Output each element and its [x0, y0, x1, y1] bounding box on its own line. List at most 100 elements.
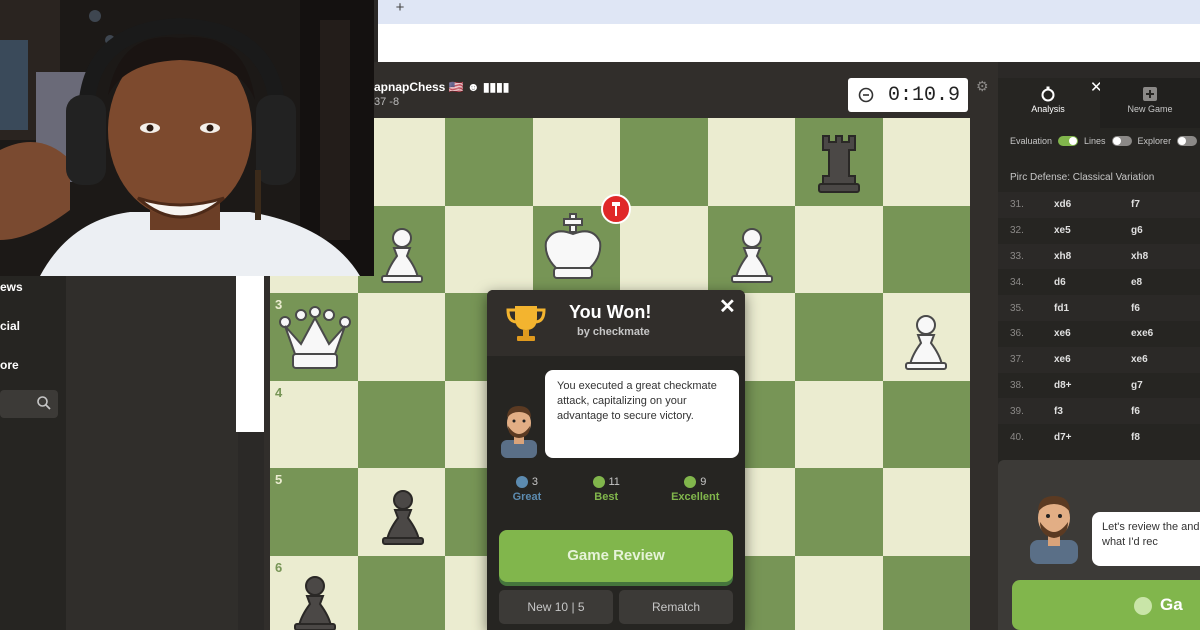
move-number: 34.: [1010, 276, 1024, 288]
black-pawn-icon[interactable]: [285, 570, 345, 630]
board-square[interactable]: [882, 468, 970, 556]
left-sidebar: ews cial ore: [0, 276, 66, 630]
move-number: 35.: [1010, 302, 1024, 314]
game-over-modal: You Won! by checkmate ✕ You executed a g…: [487, 290, 745, 630]
black-move[interactable]: xe6: [1113, 354, 1148, 365]
white-move[interactable]: xh8: [1028, 251, 1113, 262]
sidebar-item-news[interactable]: ews: [0, 280, 23, 294]
black-move[interactable]: g6: [1113, 225, 1143, 236]
move-row[interactable]: 35. fd1 f6: [998, 295, 1200, 321]
move-row[interactable]: 40. d7+ f8: [998, 424, 1200, 450]
move-row[interactable]: 37. xe6 xe6: [998, 346, 1200, 373]
board-square[interactable]: [270, 468, 358, 556]
black-pawn-icon[interactable]: [373, 484, 433, 553]
move-row[interactable]: 32. xe5 g6: [998, 218, 1200, 244]
board-square[interactable]: [707, 118, 795, 206]
board-square[interactable]: [795, 380, 883, 468]
clock-time: 0:10.9: [887, 83, 960, 107]
board-square[interactable]: [795, 205, 883, 293]
excellent-icon: [684, 476, 697, 488]
board-square[interactable]: [795, 555, 883, 630]
black-move[interactable]: e8: [1113, 277, 1142, 288]
gear-icon[interactable]: ⚙: [976, 78, 989, 95]
black-move[interactable]: f6: [1113, 303, 1140, 314]
black-move[interactable]: g7: [1113, 380, 1143, 391]
great-icon: [515, 476, 528, 488]
move-row[interactable]: 39. f3 f6: [998, 398, 1200, 425]
great-label: Great: [512, 491, 542, 503]
board-square[interactable]: [357, 293, 445, 381]
board-square[interactable]: [445, 118, 533, 206]
move-number: 38.: [1010, 379, 1024, 391]
white-move[interactable]: xe5: [1028, 225, 1113, 236]
board-square[interactable]: [620, 118, 708, 206]
new-game-button[interactable]: New 10 | 5: [499, 590, 613, 624]
white-move[interactable]: xd6: [1028, 199, 1113, 210]
black-move[interactable]: xh8: [1113, 251, 1148, 262]
board-square[interactable]: [357, 380, 445, 468]
board-square[interactable]: [795, 293, 883, 381]
search-box[interactable]: [0, 390, 58, 418]
move-row[interactable]: 38. d8+ g7: [998, 373, 1200, 399]
modal-subtitle: by checkmate: [577, 326, 650, 338]
board-square[interactable]: [882, 380, 970, 468]
board-square[interactable]: [532, 118, 620, 206]
white-move[interactable]: d7+: [1028, 432, 1113, 443]
board-square[interactable]: [445, 205, 533, 293]
black-move[interactable]: f6: [1113, 406, 1140, 417]
modal-header: You Won! by checkmate ✕: [487, 290, 745, 356]
tab-new-game[interactable]: New Game: [1100, 78, 1200, 128]
opponent-badges-icon: ☻ ▮▮▮▮: [466, 80, 510, 94]
white-move[interactable]: xe6: [1028, 328, 1113, 339]
white-move[interactable]: f3: [1028, 406, 1113, 417]
rank-label: 5: [275, 472, 283, 487]
board-square[interactable]: [882, 118, 970, 206]
white-move[interactable]: d8+: [1028, 380, 1113, 391]
move-row[interactable]: 34. d6 e8: [998, 269, 1200, 295]
page: + ews cial ore 3 4 5 6 apnapChess 🇺🇸 ☻ ▮▮▮▮…: [0, 0, 1200, 630]
search-icon[interactable]: [36, 395, 52, 411]
rank-label: 4: [275, 384, 283, 400]
move-list: 31. xd6 f7 32. xe5 g6 33. xh8 xh8 34. d6 e8 35. fd1 f6…: [998, 192, 1200, 450]
move-number: 31.: [1010, 199, 1024, 211]
browser-tabstrip: [378, 0, 1200, 24]
white-king-icon[interactable]: [538, 212, 608, 291]
explorer-label: Explorer: [1137, 136, 1172, 146]
white-move[interactable]: xe6: [1028, 354, 1113, 365]
white-queen-icon[interactable]: [277, 306, 353, 381]
white-move[interactable]: fd1: [1028, 303, 1113, 314]
tab-analysis[interactable]: Analysis: [998, 78, 1098, 128]
left-content-panel: [66, 276, 238, 630]
explorer-toggle[interactable]: [1177, 136, 1198, 146]
board-square[interactable]: [882, 555, 970, 630]
close-modal-icon[interactable]: ✕: [719, 294, 736, 319]
white-pawn-icon[interactable]: [722, 222, 782, 291]
board-square[interactable]: [882, 205, 970, 293]
game-review-button-side[interactable]: Ga: [1012, 580, 1200, 630]
board-square[interactable]: [357, 555, 445, 630]
sidebar-item-social[interactable]: cial: [0, 319, 20, 333]
white-move[interactable]: d6: [1028, 277, 1113, 288]
new-tab-button[interactable]: +: [392, 0, 408, 16]
sidebar-item-more[interactable]: ore: [0, 358, 19, 372]
rematch-button[interactable]: Rematch: [619, 590, 733, 624]
move-row[interactable]: 33. xh8 xh8: [998, 243, 1200, 270]
left-white-panel: [236, 276, 264, 432]
evaluation-toggle[interactable]: [1058, 136, 1079, 146]
move-row[interactable]: 31. xd6 f7: [998, 192, 1200, 218]
board-square[interactable]: [270, 380, 358, 468]
white-pawn-icon[interactable]: [896, 309, 956, 378]
move-row[interactable]: 36. xe6 exe6: [998, 321, 1200, 347]
black-move[interactable]: exe6: [1113, 328, 1153, 339]
board-square[interactable]: [795, 468, 883, 556]
opponent-clock: 0:10.9: [848, 78, 968, 112]
white-pawn-icon[interactable]: [372, 222, 432, 291]
stat-great: 3 Great: [512, 476, 542, 503]
board-square[interactable]: [620, 205, 708, 293]
best-icon: [592, 476, 605, 488]
lines-toggle[interactable]: [1111, 136, 1132, 146]
black-move[interactable]: f8: [1113, 432, 1140, 443]
black-rook-icon[interactable]: [809, 130, 869, 205]
black-move[interactable]: f7: [1113, 199, 1140, 210]
game-review-button[interactable]: Game Review: [499, 530, 733, 582]
